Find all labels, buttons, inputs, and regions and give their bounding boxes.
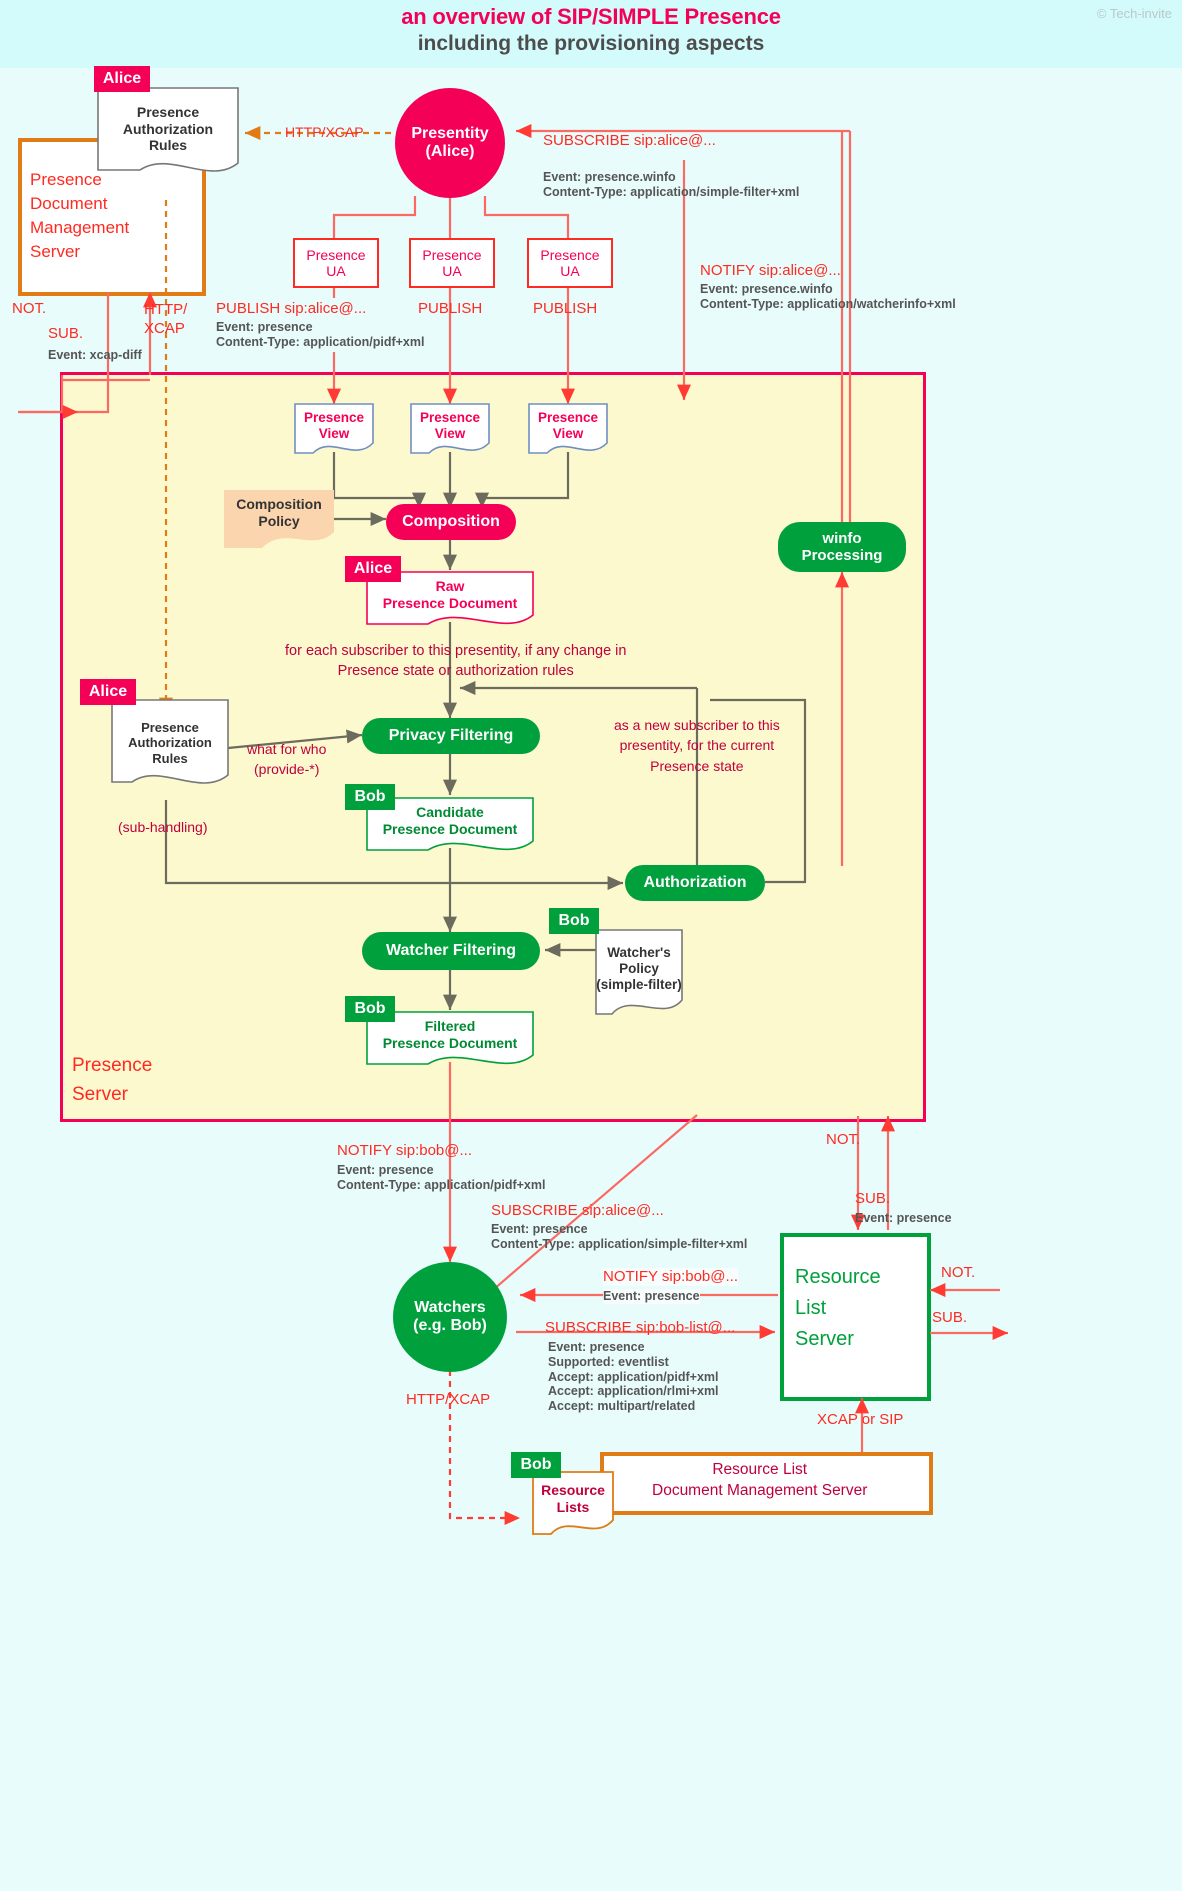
presence-server-title: Presence Server <box>72 1055 153 1105</box>
tag-alice-top: Alice <box>94 66 150 92</box>
composition-policy-label: Composition Policy <box>236 496 322 529</box>
label-subscribe-alice-winfo: SUBSCRIBE sip:alice@... <box>543 132 716 149</box>
tag-alice-mid: Alice <box>80 679 136 705</box>
privacy-filtering-node[interactable]: Privacy Filtering <box>362 718 540 754</box>
resource-lists-label: Resource Lists <box>541 1482 605 1515</box>
watcher-filtering-label: Watcher Filtering <box>385 942 517 959</box>
label-notify-alice-winfo-detail: Event: presence.winfo Content-Type: appl… <box>700 282 956 311</box>
tag-bob-candidate-doc: Bob <box>345 784 395 810</box>
label-not-rls-top: NOT. <box>826 1131 861 1148</box>
authorization-node[interactable]: Authorization <box>625 865 765 901</box>
resource-list-server-title: Resource List Server <box>795 1266 881 1350</box>
label-for-each-subscriber: for each subscriber to this presentity, … <box>285 643 627 680</box>
label-notify-bob-rls-detail: Event: presence <box>603 1289 700 1304</box>
presentity-node[interactable]: Presentity (Alice) <box>395 88 505 198</box>
label-not-left: NOT. <box>12 300 47 317</box>
label-as-new-subscriber: as a new subscriber to this presentity, … <box>614 717 780 774</box>
label-xcap-or-sip: XCAP or SIP <box>817 1411 904 1428</box>
watchers-node[interactable]: Watchers (e.g. Bob) <box>393 1262 507 1372</box>
label-sub-rls-right: SUB. <box>932 1309 968 1326</box>
label-publish-3: PUBLISH <box>533 300 598 317</box>
presence-ua-1[interactable]: Presence UA <box>293 238 379 288</box>
label-notify-alice-winfo: NOTIFY sip:alice@... <box>700 262 841 279</box>
label-notify-bob-detail: Event: presence Content-Type: applicatio… <box>337 1163 546 1192</box>
label-http-xcap-bottom: HTTP/XCAP <box>406 1391 491 1408</box>
presence-ua-2[interactable]: Presence UA <box>409 238 495 288</box>
presence-ua-2-label: Presence UA <box>422 247 482 279</box>
composition-label: Composition <box>402 513 500 530</box>
watchers-label: Watchers (e.g. Bob) <box>413 1299 487 1334</box>
label-sub-left: SUB. <box>48 325 84 342</box>
presence-ua-3-label: Presence UA <box>540 247 600 279</box>
winfo-processing-node[interactable]: winfo Processing <box>778 522 906 572</box>
label-notify-bob-rls: NOTIFY sip:bob@... <box>603 1268 738 1286</box>
label-subscribe-alice-presence-detail: Event: presence Content-Type: applicatio… <box>491 1222 748 1251</box>
privacy-filtering-label: Privacy Filtering <box>388 727 514 744</box>
label-subscribe-bob-list-detail: Event: presence Supported: eventlist Acc… <box>548 1340 719 1413</box>
tag-bob-filtered-doc: Bob <box>345 996 395 1022</box>
presence-view-1-label: Presence View <box>303 409 365 441</box>
label-sub-left-detail: Event: xcap-diff <box>48 348 142 362</box>
label-http-xcap-top: HTTP/XCAP <box>285 124 364 140</box>
label-sub-handling: (sub-handling) <box>118 819 208 835</box>
label-sub-rls-top-detail: Event: presence <box>855 1211 952 1225</box>
label-notify-bob: NOTIFY sip:bob@... <box>337 1142 472 1159</box>
tag-bob-resource-lists: Bob <box>511 1452 561 1478</box>
presentity-label: Presentity (Alice) <box>411 125 489 160</box>
label-subscribe-alice-winfo-detail: Event: presence.winfo Content-Type: appl… <box>543 170 800 199</box>
presence-authorization-rules-top-label: Presence Authorization Rules <box>122 103 214 154</box>
label-publish-alice-detail: Event: presence Content-Type: applicatio… <box>216 320 425 349</box>
label-what-for-who: what for who (provide-*) <box>247 741 327 777</box>
composition-node[interactable]: Composition <box>386 504 516 540</box>
tag-alice-raw-doc: Alice <box>345 556 401 582</box>
label-publish-2: PUBLISH <box>418 300 483 317</box>
presence-document-management-server-title: Presence Document Management Server <box>30 170 130 262</box>
presence-ua-1-label: Presence UA <box>306 247 366 279</box>
watchers-policy-label: Watcher's Policy (simple-filter) <box>596 944 682 993</box>
label-sub-rls-top: SUB. <box>855 1190 891 1207</box>
label-subscribe-alice-presence: SUBSCRIBE sip:alice@... <box>491 1202 664 1219</box>
presence-view-2-label: Presence View <box>419 409 481 441</box>
label-http-xcap-left: HTTP/ XCAP <box>144 301 188 338</box>
winfo-processing-label: winfo Processing <box>801 530 883 564</box>
label-not-rls-right: NOT. <box>941 1264 976 1281</box>
tag-bob-watchers-policy: Bob <box>549 908 599 934</box>
label-publish-alice: PUBLISH sip:alice@... <box>216 300 367 317</box>
watcher-filtering-node[interactable]: Watcher Filtering <box>362 932 540 970</box>
resource-list-dms-title: Resource List Document Management Server <box>652 1461 868 1499</box>
presence-authorization-rules-mid-label: Presence Authorization Rules <box>128 719 212 766</box>
presence-ua-3[interactable]: Presence UA <box>527 238 613 288</box>
label-subscribe-bob-list: SUBSCRIBE sip:bob-list@... <box>545 1319 736 1336</box>
authorization-label: Authorization <box>643 874 747 891</box>
presence-view-3-label: Presence View <box>537 409 599 441</box>
